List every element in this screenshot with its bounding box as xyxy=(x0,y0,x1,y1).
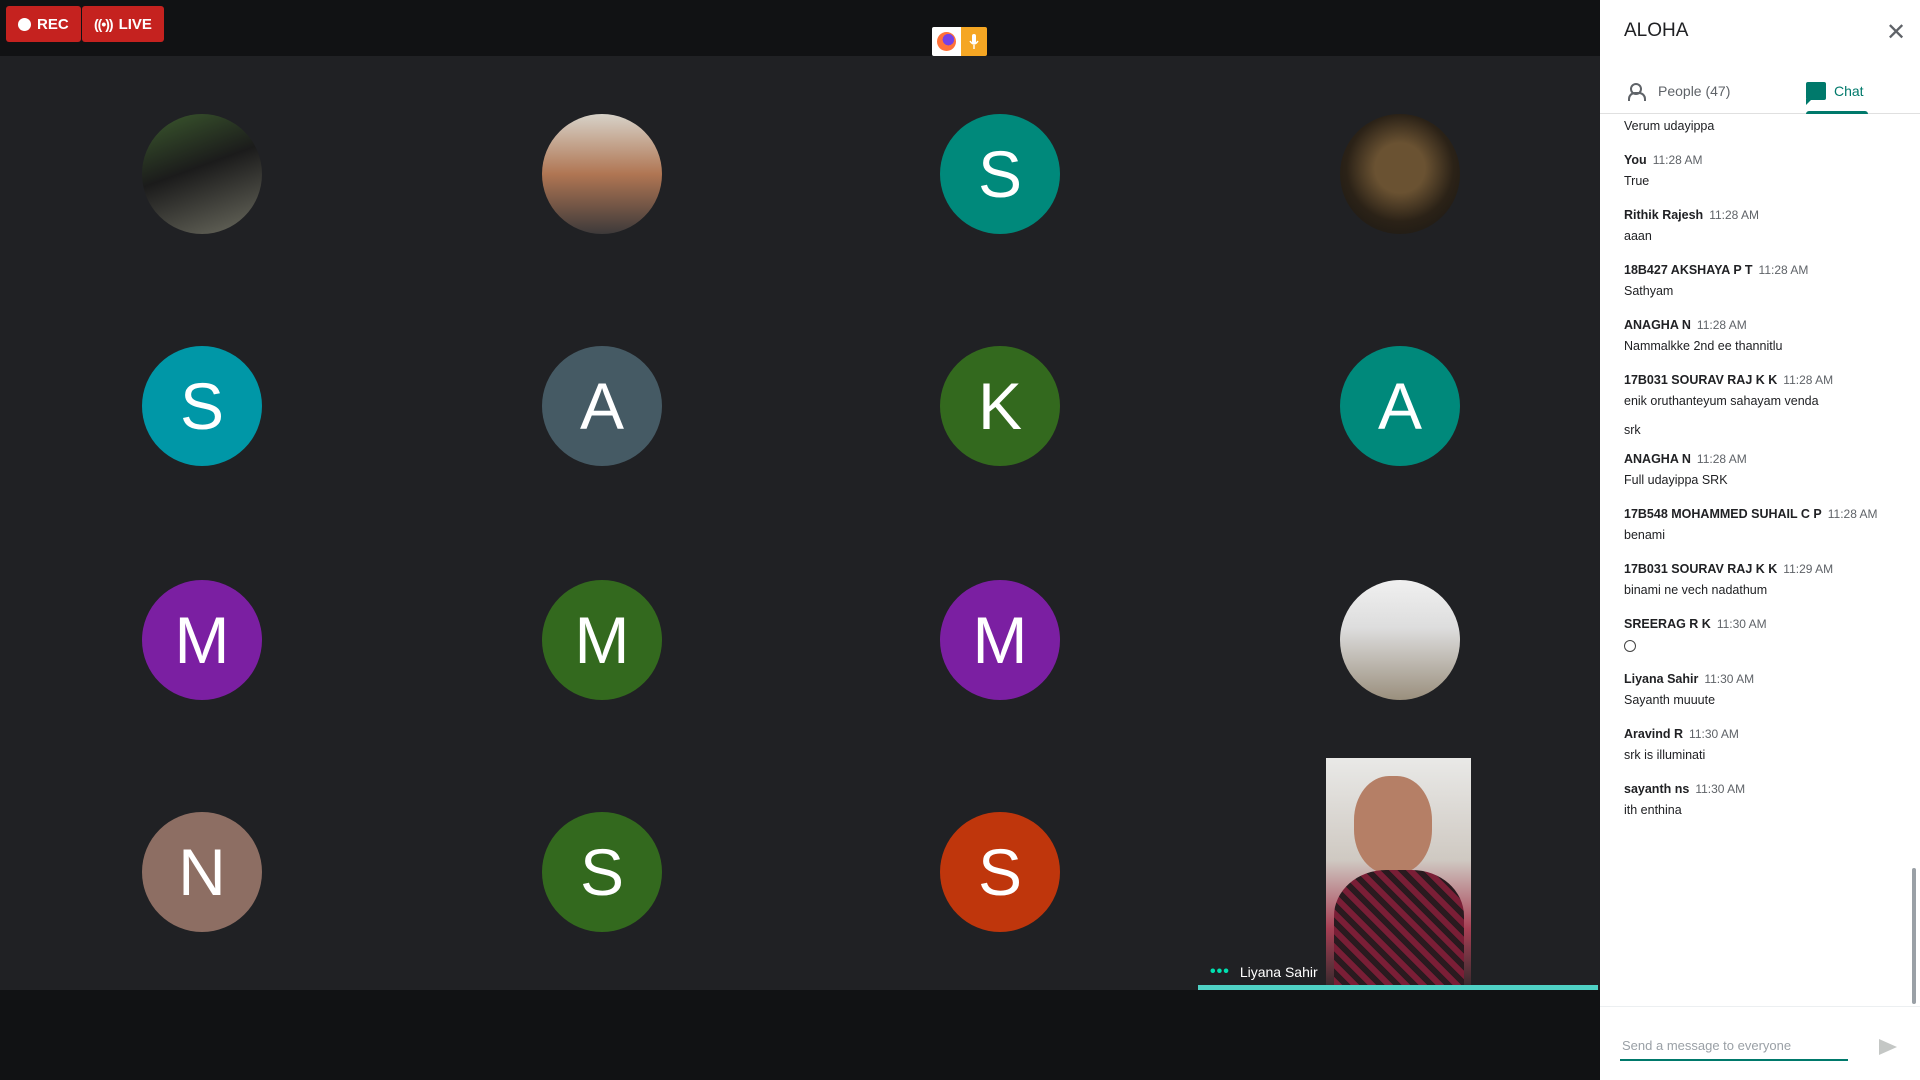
chat-message: You 11:28 AM True xyxy=(1624,153,1904,188)
live-label: LIVE xyxy=(118,15,152,33)
participant-initial-avatar[interactable]: S xyxy=(542,812,662,932)
message-time: 11:28 AM xyxy=(1696,318,1747,332)
participant-initial-avatar[interactable]: M xyxy=(142,580,262,700)
message-text: ith enthina xyxy=(1624,803,1682,817)
tab-people-label: People (47) xyxy=(1658,83,1731,99)
message-sender: 17B031 SOURAV RAJ K K xyxy=(1624,373,1778,387)
message-text: True xyxy=(1624,174,1650,188)
top-bar xyxy=(0,0,1600,56)
side-panel: ALOHA ✕ People (47) Chat SathyamVerum ud… xyxy=(1600,0,1920,1080)
message-sender: ANAGHA N xyxy=(1624,452,1691,466)
chat-message: 17B031 SOURAV RAJ K K 11:28 AM enik orutha… xyxy=(1624,373,1904,437)
microphone-icon xyxy=(961,27,987,56)
message-text: srk is illuminati xyxy=(1624,748,1706,762)
participant-initial-avatar[interactable]: S xyxy=(142,346,262,466)
chat-scrollbar[interactable] xyxy=(1912,868,1916,1004)
message-sender: Rithik Rajesh xyxy=(1624,208,1704,222)
chat-message-input[interactable] xyxy=(1620,1031,1848,1061)
message-time: 11:30 AM xyxy=(1704,672,1755,686)
send-icon xyxy=(1879,1039,1897,1055)
message-time: 11:28 AM xyxy=(1783,373,1834,387)
speaking-indicator-icon: ••• xyxy=(1210,963,1230,980)
chat-message: 17B548 MOHAMMED SUHAIL C P 11:28 AM benami xyxy=(1624,507,1904,542)
close-icon: ✕ xyxy=(1885,18,1907,46)
message-sender: 18B427 AKSHAYA P T xyxy=(1624,263,1753,277)
chat-message: 18B427 AKSHAYA P T 11:28 AM Sathyam xyxy=(1624,263,1904,298)
participant-initial-avatar[interactable]: M xyxy=(940,580,1060,700)
chat-message: ANAGHA N 11:28 AM Full udayippa SRK xyxy=(1624,452,1904,487)
chat-message: Aravind R 11:30 AM srk is illuminati xyxy=(1624,727,1904,762)
record-icon xyxy=(18,17,31,31)
message-text: Full udayippa SRK xyxy=(1624,473,1728,487)
message-sender: Liyana Sahir xyxy=(1624,672,1699,686)
send-message-button[interactable] xyxy=(1876,1035,1900,1059)
message-text: srk xyxy=(1624,423,1641,437)
participant-initial-avatar[interactable]: S xyxy=(940,812,1060,932)
close-panel-button[interactable]: ✕ xyxy=(1882,18,1910,46)
participant-initial-avatar[interactable]: A xyxy=(1340,346,1460,466)
message-sender: ANAGHA N xyxy=(1624,318,1691,332)
recording-label: REC xyxy=(37,15,69,33)
message-text: aaan xyxy=(1624,229,1652,243)
screen-share-indicator[interactable] xyxy=(932,27,987,56)
broadcast-icon: ((•)) xyxy=(94,16,114,32)
message-time: 11:30 AM xyxy=(1716,617,1767,631)
message-text: enik oruthanteyum sahayam venda xyxy=(1624,394,1819,408)
active-speaker-video[interactable] xyxy=(1326,758,1471,985)
message-sender: sayanth ns xyxy=(1624,782,1690,796)
panel-tabs: People (47) Chat xyxy=(1600,68,1920,114)
message-time: 11:30 AM xyxy=(1689,727,1739,741)
participant-initial-avatar[interactable]: N xyxy=(142,812,262,932)
chat-message: Liyana Sahir 11:30 AM Sayanth muuute xyxy=(1624,672,1904,707)
participant-photo-avatar[interactable] xyxy=(1340,580,1460,700)
message-sender: SREERAG R K xyxy=(1624,617,1711,631)
message-text: benami xyxy=(1624,528,1665,542)
participant-photo-avatar[interactable] xyxy=(542,114,662,234)
message-sender: You xyxy=(1624,153,1647,167)
tab-people[interactable]: People (47) xyxy=(1628,68,1730,114)
message-sender: 17B548 MOHAMMED SUHAIL C P xyxy=(1624,507,1822,521)
chat-message: sayanth ns 11:30 AM ith enthina xyxy=(1624,782,1904,817)
message-sender: 17B031 SOURAV RAJ K K xyxy=(1624,562,1778,576)
chat-composer xyxy=(1600,1006,1920,1080)
participant-initial-avatar[interactable]: A xyxy=(542,346,662,466)
tab-chat-label: Chat xyxy=(1834,83,1864,99)
message-time: 11:28 AM xyxy=(1709,208,1759,222)
chat-message: 17B031 SOURAV RAJ K K 11:29 AM binami ne v… xyxy=(1624,562,1904,597)
message-time: 11:29 AM xyxy=(1783,562,1834,576)
people-icon xyxy=(1628,83,1650,101)
participant-initial-avatar[interactable]: M xyxy=(542,580,662,700)
chat-message-list[interactable]: SathyamVerum udayippaYou11:28 AMTrueRith… xyxy=(1600,114,1912,1006)
active-speaker-label: ••• Liyana Sahir xyxy=(1198,956,1318,988)
live-badge: ((•)) LIVE xyxy=(82,6,164,42)
message-time: 11:28 AM xyxy=(1696,452,1747,466)
message-time: 11:30 AM xyxy=(1695,782,1746,796)
message-time: 11:28 AM xyxy=(1827,507,1878,521)
tab-chat[interactable]: Chat xyxy=(1806,68,1864,114)
message-sender: Aravind R xyxy=(1624,727,1684,741)
participant-photo-avatar[interactable] xyxy=(142,114,262,234)
chat-message: ANAGHA N 11:28 AM Nammalkke 2nd ee thannit… xyxy=(1624,318,1904,353)
message-time: 11:28 AM xyxy=(1652,153,1703,167)
bottom-control-bar xyxy=(0,990,1600,1080)
active-speaker-name: Liyana Sahir xyxy=(1239,964,1318,980)
message-time: 11:28 AM xyxy=(1758,263,1809,277)
message-text: Sathyam xyxy=(1624,284,1674,298)
message-text: binami ne vech nadathum xyxy=(1624,583,1768,597)
message-text: Nammalkke 2nd ee thannitlu xyxy=(1624,339,1783,353)
chat-icon xyxy=(1806,82,1826,105)
chat-message: SREERAG R K 11:30 AM xyxy=(1624,617,1904,653)
browser-icon xyxy=(932,27,961,56)
participant-initial-avatar[interactable]: S xyxy=(940,114,1060,234)
panel-title: ALOHA xyxy=(1624,20,1689,41)
message-text: Verum udayippa xyxy=(1624,119,1715,133)
message-text: Sayanth muuute xyxy=(1624,693,1716,707)
chat-message: SathyamVerum udayippa xyxy=(1624,114,1904,133)
participant-photo-avatar[interactable] xyxy=(1340,114,1460,234)
participant-initial-avatar[interactable]: K xyxy=(940,346,1060,466)
emoji-icon xyxy=(1624,638,1904,653)
recording-badge: REC xyxy=(6,6,81,42)
chat-message: Rithik Rajesh 11:28 AM aaan xyxy=(1624,208,1904,243)
